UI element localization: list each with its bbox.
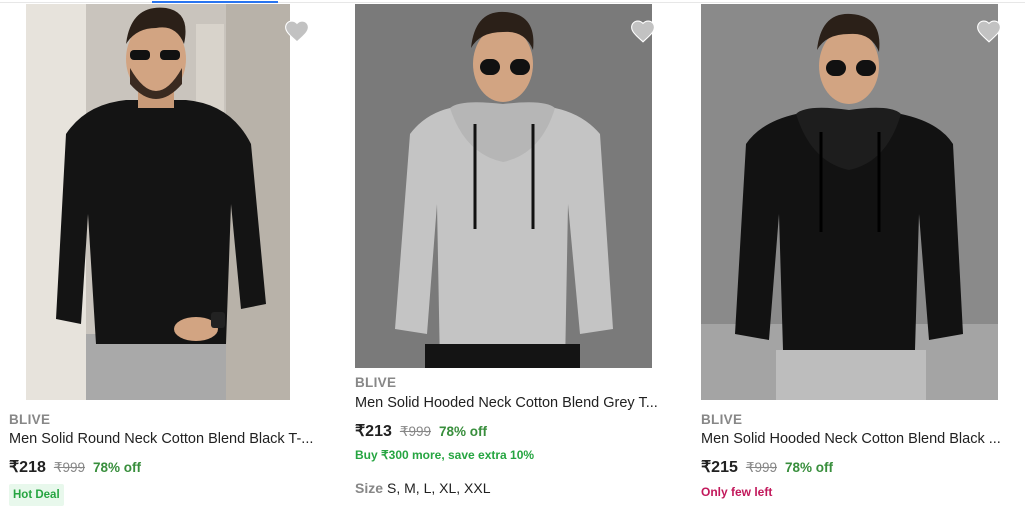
- original-price: ₹999: [53, 460, 85, 475]
- selling-price: ₹218: [9, 459, 46, 476]
- product-image[interactable]: [26, 4, 290, 400]
- size-label: Size: [355, 480, 384, 496]
- product-card-2[interactable]: BLIVE Men Solid Hooded Neck Cotton Blend…: [346, 0, 676, 513]
- wishlist-heart-icon[interactable]: [630, 19, 656, 43]
- product-image[interactable]: [701, 4, 998, 400]
- product-title[interactable]: Men Solid Round Neck Cotton Blend Black …: [9, 431, 319, 447]
- product-grid-page: BLIVE Men Solid Round Neck Cotton Blend …: [0, 0, 1025, 513]
- wishlist-heart-icon[interactable]: [284, 19, 310, 43]
- brand-name: BLIVE: [9, 412, 51, 427]
- discount-percent: 78% off: [93, 460, 142, 475]
- product-card-1[interactable]: BLIVE Men Solid Round Neck Cotton Blend …: [0, 0, 330, 513]
- product-card-3[interactable]: BLIVE Men Solid Hooded Neck Cotton Blend…: [692, 0, 1022, 513]
- selling-price: ₹215: [701, 459, 738, 476]
- price-row: ₹215 ₹999 78% off: [701, 457, 833, 477]
- stock-status: Only few left: [701, 485, 773, 499]
- brand-name: BLIVE: [701, 412, 743, 427]
- discount-percent: 78% off: [785, 460, 834, 475]
- bank-offer-text: Buy ₹300 more, save extra 10%: [355, 448, 535, 462]
- original-price: ₹999: [399, 424, 431, 439]
- product-image[interactable]: [355, 4, 652, 368]
- discount-percent: 78% off: [439, 424, 488, 439]
- product-title[interactable]: Men Solid Hooded Neck Cotton Blend Grey …: [355, 395, 665, 411]
- hot-deal-badge: Hot Deal: [9, 484, 64, 506]
- wishlist-heart-icon[interactable]: [976, 19, 1002, 43]
- brand-name: BLIVE: [355, 375, 397, 390]
- price-row: ₹213 ₹999 78% off: [355, 421, 487, 441]
- size-values: S, M, L, XL, XXL: [387, 480, 491, 496]
- size-options: Size S, M, L, XL, XXL: [355, 480, 491, 496]
- selling-price: ₹213: [355, 423, 392, 440]
- original-price: ₹999: [745, 460, 777, 475]
- product-title[interactable]: Men Solid Hooded Neck Cotton Blend Black…: [701, 431, 1011, 447]
- price-row: ₹218 ₹999 78% off: [9, 457, 141, 477]
